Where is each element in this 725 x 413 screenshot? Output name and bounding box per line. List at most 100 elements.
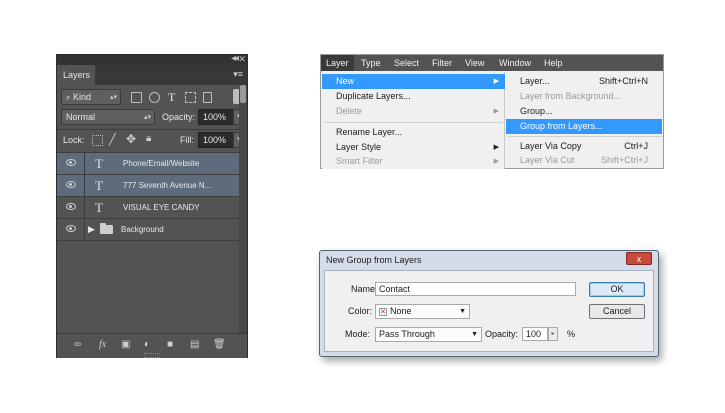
panel-menu-icon[interactable]: ▾≡ (233, 69, 243, 80)
menu-layer[interactable]: Layer (321, 55, 354, 71)
menu-item-smart-filter[interactable]: Smart Filter ▶ (322, 155, 505, 168)
menu-item-new[interactable]: New ▶ (322, 74, 505, 89)
adjustment-layer-icon[interactable]: ◐ (144, 340, 150, 350)
link-layers-icon[interactable]: ∞ (74, 340, 81, 350)
layer-name[interactable]: 777 Seventh Avenue N... (123, 181, 211, 190)
visibility-eye-icon[interactable] (66, 159, 76, 166)
new-layer-icon[interactable]: ▤ (190, 340, 199, 350)
color-value: None (390, 306, 412, 316)
menu-item-group-from-layers[interactable]: Group from Layers... (506, 119, 662, 134)
adjustment-filter-icon[interactable] (149, 92, 160, 103)
menu-item-layer-from-background[interactable]: Layer from Background... (506, 89, 662, 104)
menu-item-shortcut: Ctrl+J (624, 141, 648, 151)
menu-item-label: Delete (336, 106, 363, 116)
scrollbar[interactable] (239, 85, 247, 333)
resize-grip-icon[interactable] (144, 353, 160, 358)
layer-name[interactable]: Background (121, 225, 164, 234)
layer-row[interactable]: T Phone/Email/Website (57, 153, 247, 175)
expand-triangle-icon[interactable]: ▶ (88, 224, 95, 235)
opacity-input[interactable]: 100 (522, 327, 548, 341)
chevron-down-icon: ▼ (471, 331, 478, 338)
lock-pixels-icon[interactable]: ╱ (109, 133, 116, 146)
fill-input[interactable]: 100% (198, 132, 234, 148)
opacity-label: Opacity: (162, 112, 196, 122)
updown-arrow-icon: ▴▾ (109, 94, 117, 101)
new-group-dialog: New Group from Layers x Name: Contact Co… (319, 250, 659, 357)
no-color-icon: ✕ (379, 307, 387, 316)
close-icon[interactable]: x (626, 252, 652, 265)
menu-item-duplicate-layers[interactable]: Duplicate Layers... (322, 89, 505, 104)
opacity-input[interactable]: 100% (198, 109, 234, 125)
layer-name[interactable]: VISUAL EYE CANDY (123, 203, 200, 212)
layer-row[interactable]: T 777 Seventh Avenue N... (57, 175, 247, 197)
menu-item-group[interactable]: Group... (506, 104, 662, 119)
name-input[interactable]: Contact (375, 282, 576, 296)
menu-separator (508, 136, 662, 137)
type-filter-icon[interactable]: T (168, 90, 175, 105)
blend-mode-value: Normal (66, 112, 96, 122)
menu-window[interactable]: Window (494, 55, 536, 71)
layer-name[interactable]: Phone/Email/Website (123, 159, 199, 168)
menu-view[interactable]: View (460, 55, 489, 71)
menu-item-label: Layer... (520, 76, 550, 86)
close-panel-icon[interactable]: ✕ (238, 54, 246, 65)
layer-dropdown: New ▶ Duplicate Layers... Delete ▶ Renam… (322, 72, 505, 169)
lock-position-icon[interactable]: ✥ (126, 132, 136, 146)
layer-row[interactable]: ▶ Background (57, 219, 247, 241)
filter-kind-label: Kind (73, 92, 92, 102)
menu-item-new-layer[interactable]: Layer... Shift+Ctrl+N (506, 74, 662, 89)
menu-item-delete[interactable]: Delete ▶ (322, 104, 505, 119)
pixel-filter-icon[interactable] (131, 92, 142, 103)
menu-filter[interactable]: Filter (427, 55, 457, 71)
menu-item-rename-layer[interactable]: Rename Layer... (322, 125, 505, 140)
cancel-button[interactable]: Cancel (589, 304, 645, 319)
visibility-eye-icon[interactable] (66, 181, 76, 188)
panel-tab-bar: Layers ▾≡ (57, 65, 247, 85)
folder-icon (100, 223, 113, 234)
mode-dropdown[interactable]: Pass Through ▼ (375, 327, 482, 342)
menu-item-label: Layer Via Cut (520, 155, 575, 165)
menu-item-layer-style[interactable]: Layer Style ▶ (322, 140, 505, 155)
opacity-stepper[interactable]: ▸ (548, 327, 558, 341)
divider (84, 219, 85, 241)
menu-select[interactable]: Select (389, 55, 424, 71)
smart-object-filter-icon[interactable] (203, 92, 212, 103)
fill-label: Fill: (180, 135, 194, 145)
mode-label: Mode: (345, 329, 371, 339)
search-icon: ⌕ (66, 93, 71, 102)
scrollbar-thumb[interactable] (240, 85, 246, 103)
fx-icon[interactable]: fx (99, 340, 106, 350)
menu-item-label: New (336, 76, 355, 86)
submenu-arrow-icon: ▶ (493, 78, 499, 85)
menu-item-layer-via-cut[interactable]: Layer Via Cut Shift+Ctrl+J (506, 154, 662, 167)
menu-item-layer-via-copy[interactable]: Layer Via Copy Ctrl+J (506, 139, 662, 154)
ok-button[interactable]: OK (589, 282, 645, 297)
visibility-eye-icon[interactable] (66, 225, 76, 232)
filter-row: ⌕ Kind ▴▾ T (57, 89, 247, 107)
color-label: Color: (348, 306, 373, 316)
lock-transparency-icon[interactable] (92, 135, 103, 146)
mode-value: Pass Through (379, 329, 435, 339)
lock-all-icon[interactable]: 🔒︎ (146, 133, 151, 144)
layer-row[interactable]: T VISUAL EYE CANDY (57, 197, 247, 219)
menu-separator (324, 122, 503, 123)
color-dropdown[interactable]: ✕ None ▼ (375, 304, 470, 319)
collapse-icon[interactable]: ◂◂ (231, 53, 239, 64)
lock-label: Lock: (63, 135, 85, 145)
visibility-eye-icon[interactable] (66, 203, 76, 210)
add-mask-icon[interactable]: ▣ (121, 340, 130, 350)
tab-layers[interactable]: Layers (57, 65, 95, 85)
menu-help[interactable]: Help (539, 55, 568, 71)
new-group-icon[interactable]: ■ (167, 340, 173, 350)
layers-panel: ◂◂ ✕ Layers ▾≡ ⌕ Kind ▴▾ T Normal ▴▾ Opa… (56, 53, 248, 358)
menu-item-label: Layer Via Copy (520, 141, 582, 151)
menu-item-shortcut: Shift+Ctrl+J (600, 155, 648, 165)
shape-filter-icon[interactable] (185, 92, 196, 103)
lock-row: Lock: ╱ ✥ 🔒︎ Fill: 100% ▾ (57, 132, 247, 150)
menu-bar: Layer Type Select Filter View Window Hel… (321, 55, 663, 71)
menu-type[interactable]: Type (356, 55, 386, 71)
trash-icon[interactable]: 🗑︎ (213, 340, 226, 350)
filter-kind-dropdown[interactable]: ⌕ Kind ▴▾ (61, 89, 121, 105)
blend-mode-dropdown[interactable]: Normal ▴▾ (61, 109, 155, 125)
updown-arrow-icon: ▴▾ (143, 114, 151, 121)
